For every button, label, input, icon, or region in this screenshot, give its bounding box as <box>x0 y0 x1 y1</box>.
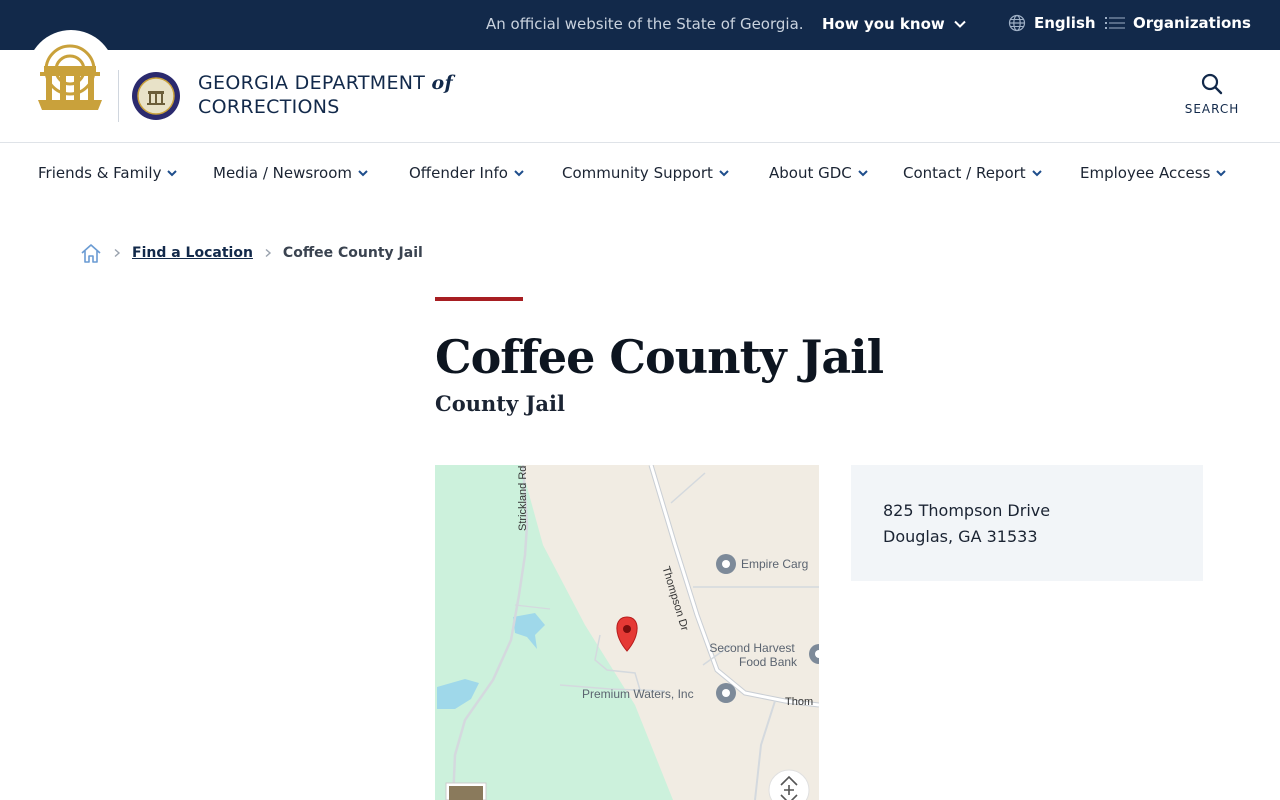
georgia-arch-seal-icon <box>38 44 102 110</box>
nav-item-about-gdc[interactable]: About GDC <box>769 164 869 182</box>
map-label-strickland: Strickland Rd <box>517 465 529 531</box>
address-line2: Douglas, GA 31533 <box>883 527 1038 546</box>
dept-name-line1: GEORGIA DEPARTMENT <box>198 72 426 94</box>
nav-item-label: Contact / Report <box>903 164 1026 182</box>
chevron-right-icon <box>114 248 121 258</box>
globe-icon <box>1008 14 1026 32</box>
dept-name-of: of <box>431 72 453 94</box>
map-label-second-harvest: Second Harvest Food Bank <box>707 641 797 669</box>
gdc-seal-icon[interactable] <box>131 71 181 121</box>
poi-marker-icon <box>716 554 736 574</box>
nav-item-label: Community Support <box>562 164 713 182</box>
chevron-down-icon <box>514 170 524 177</box>
poi-marker-icon <box>809 644 819 664</box>
logo-divider <box>118 70 119 122</box>
page-title: Coffee County Jail <box>435 330 884 384</box>
how-you-know-button[interactable]: How you know <box>822 15 967 33</box>
chevron-down-icon <box>167 170 178 177</box>
address-card: 825 Thompson Drive Douglas, GA 31533 <box>851 465 1203 581</box>
map-label-thompson-partial: Thom <box>785 696 814 708</box>
organizations-link[interactable]: Organizations <box>1105 14 1251 32</box>
language-selector[interactable]: English <box>1008 14 1096 32</box>
official-site-text: An official website of the State of Geor… <box>486 15 804 33</box>
map-fullscreen-icon[interactable] <box>768 769 810 800</box>
chevron-down-icon <box>719 170 729 177</box>
language-label: English <box>1034 14 1096 32</box>
breadcrumb: Find a Location Coffee County Jail <box>80 241 423 265</box>
nav-item-employee-access[interactable]: Employee Access <box>1080 164 1227 182</box>
address-line1: 825 Thompson Drive <box>883 501 1051 520</box>
page-subtitle: County Jail <box>435 391 565 416</box>
main-navigation: Friends & Family Media / Newsroom Offend… <box>0 143 1280 203</box>
chevron-down-icon <box>858 170 868 177</box>
location-pin-icon[interactable] <box>616 616 638 652</box>
map-label-empire: Empire Carg <box>741 557 809 571</box>
chevron-down-icon <box>358 170 368 177</box>
map-label-second-harvest-1: Second Harvest <box>709 641 795 655</box>
map-label-second-harvest-2: Food Bank <box>739 655 798 669</box>
nav-item-contact-report[interactable]: Contact / Report <box>903 164 1043 182</box>
nav-item-label: Employee Access <box>1080 164 1211 182</box>
nav-item-label: About GDC <box>769 164 852 182</box>
breadcrumb-current: Coffee County Jail <box>282 245 423 261</box>
how-you-know-label: How you know <box>822 15 945 33</box>
department-name[interactable]: GEORGIA DEPARTMENT of CORRECTIONS <box>198 71 453 119</box>
chevron-down-icon <box>954 20 966 28</box>
official-banner: An official website of the State of Geor… <box>0 0 1280 50</box>
nav-item-friends-family[interactable]: Friends & Family <box>38 164 178 182</box>
georgia-state-seal[interactable] <box>27 30 115 118</box>
dept-name-line2: CORRECTIONS <box>198 96 340 118</box>
organizations-label: Organizations <box>1133 14 1251 32</box>
nav-item-label: Offender Info <box>409 164 508 182</box>
breadcrumb-find-location[interactable]: Find a Location <box>132 245 253 261</box>
search-button[interactable]: SEARCH <box>1178 72 1246 116</box>
nav-item-media-newsroom[interactable]: Media / Newsroom <box>213 164 369 182</box>
chevron-down-icon <box>1216 170 1227 177</box>
search-icon <box>1201 73 1223 95</box>
search-label: SEARCH <box>1184 102 1240 116</box>
site-header: GEORGIA DEPARTMENT of CORRECTIONS SEARCH <box>0 30 1280 143</box>
nav-item-label: Friends & Family <box>38 164 162 182</box>
map-canvas <box>435 465 819 800</box>
map-label-premium-waters: Premium Waters, Inc <box>582 687 694 701</box>
nav-item-label: Media / Newsroom <box>213 164 352 182</box>
poi-marker-icon <box>716 683 736 703</box>
nav-item-community-support[interactable]: Community Support <box>562 164 730 182</box>
nav-item-offender-info[interactable]: Offender Info <box>409 164 525 182</box>
chevron-down-icon <box>1031 170 1042 177</box>
chevron-right-icon <box>265 248 271 258</box>
list-icon <box>1105 17 1125 29</box>
location-map[interactable]: Strickland Rd Thompson Dr Empire Carg Se… <box>435 465 819 800</box>
title-accent-bar <box>435 297 523 301</box>
home-icon[interactable] <box>80 242 102 264</box>
